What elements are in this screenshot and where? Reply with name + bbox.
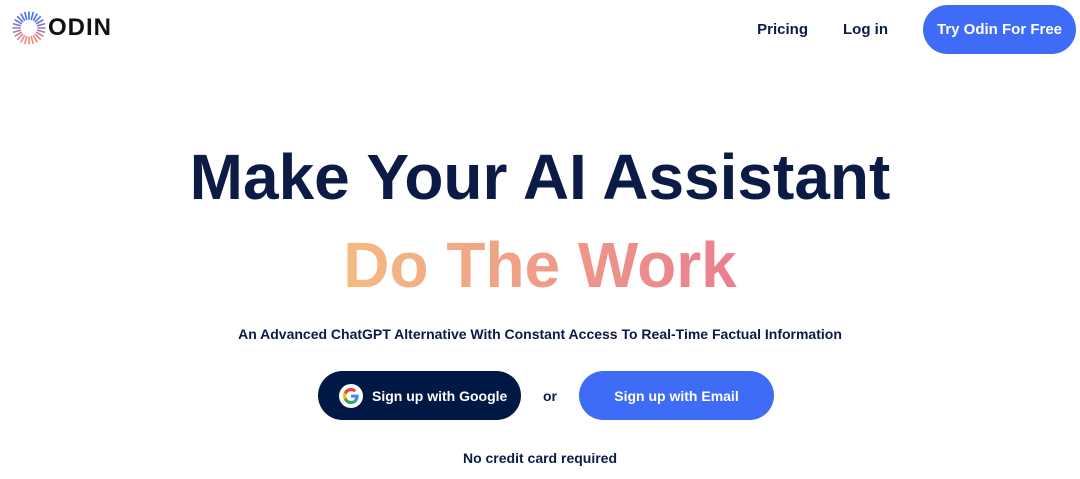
logo-ray [34,15,42,23]
google-icon [339,383,363,408]
logo-ray [30,11,34,21]
hero-subtitle: An Advanced ChatGPT Alternative With Con… [238,326,842,342]
logo-ray [12,29,22,33]
logo-ray [34,33,42,41]
logo-text: ODIN [48,14,112,41]
nav-pricing-link[interactable]: Pricing [757,21,808,38]
logo-ray [24,35,28,45]
try-free-button[interactable]: Try Odin For Free [923,5,1076,54]
logo-ray [35,31,44,37]
logo-ray [16,15,24,23]
logo-ray [20,13,26,22]
or-separator: or [543,387,557,404]
nav-login-link[interactable]: Log in [843,21,888,38]
hero-highlight: Do The Work [0,228,1080,302]
logo-ray [35,19,44,25]
logo[interactable]: ODIN [12,11,112,45]
hero-highlight-text: Do The Work [343,229,737,301]
top-nav: Pricing Log in Try Odin For Free [757,5,1076,54]
logo-ray [16,33,24,41]
google-signup-button[interactable]: Sign up with Google [318,371,521,420]
logo-ray [32,34,38,43]
logo-ray [30,35,34,45]
signup-row: Sign up with Google or Sign up with Emai… [318,371,774,420]
google-signup-label: Sign up with Google [372,387,508,404]
logo-ray [24,11,28,21]
logo-ray [14,19,23,25]
odin-logo-icon [12,11,46,45]
logo-ray [32,13,38,22]
logo-ray [12,23,22,27]
hero-title: Make Your AI Assistant [189,141,891,213]
email-signup-button[interactable]: Sign up with Email [579,371,774,420]
logo-ray [36,23,46,27]
logo-ray [14,31,23,37]
logo-ray [20,34,26,43]
logo-ray [36,29,46,33]
no-credit-card-note: No credit card required [462,450,618,466]
